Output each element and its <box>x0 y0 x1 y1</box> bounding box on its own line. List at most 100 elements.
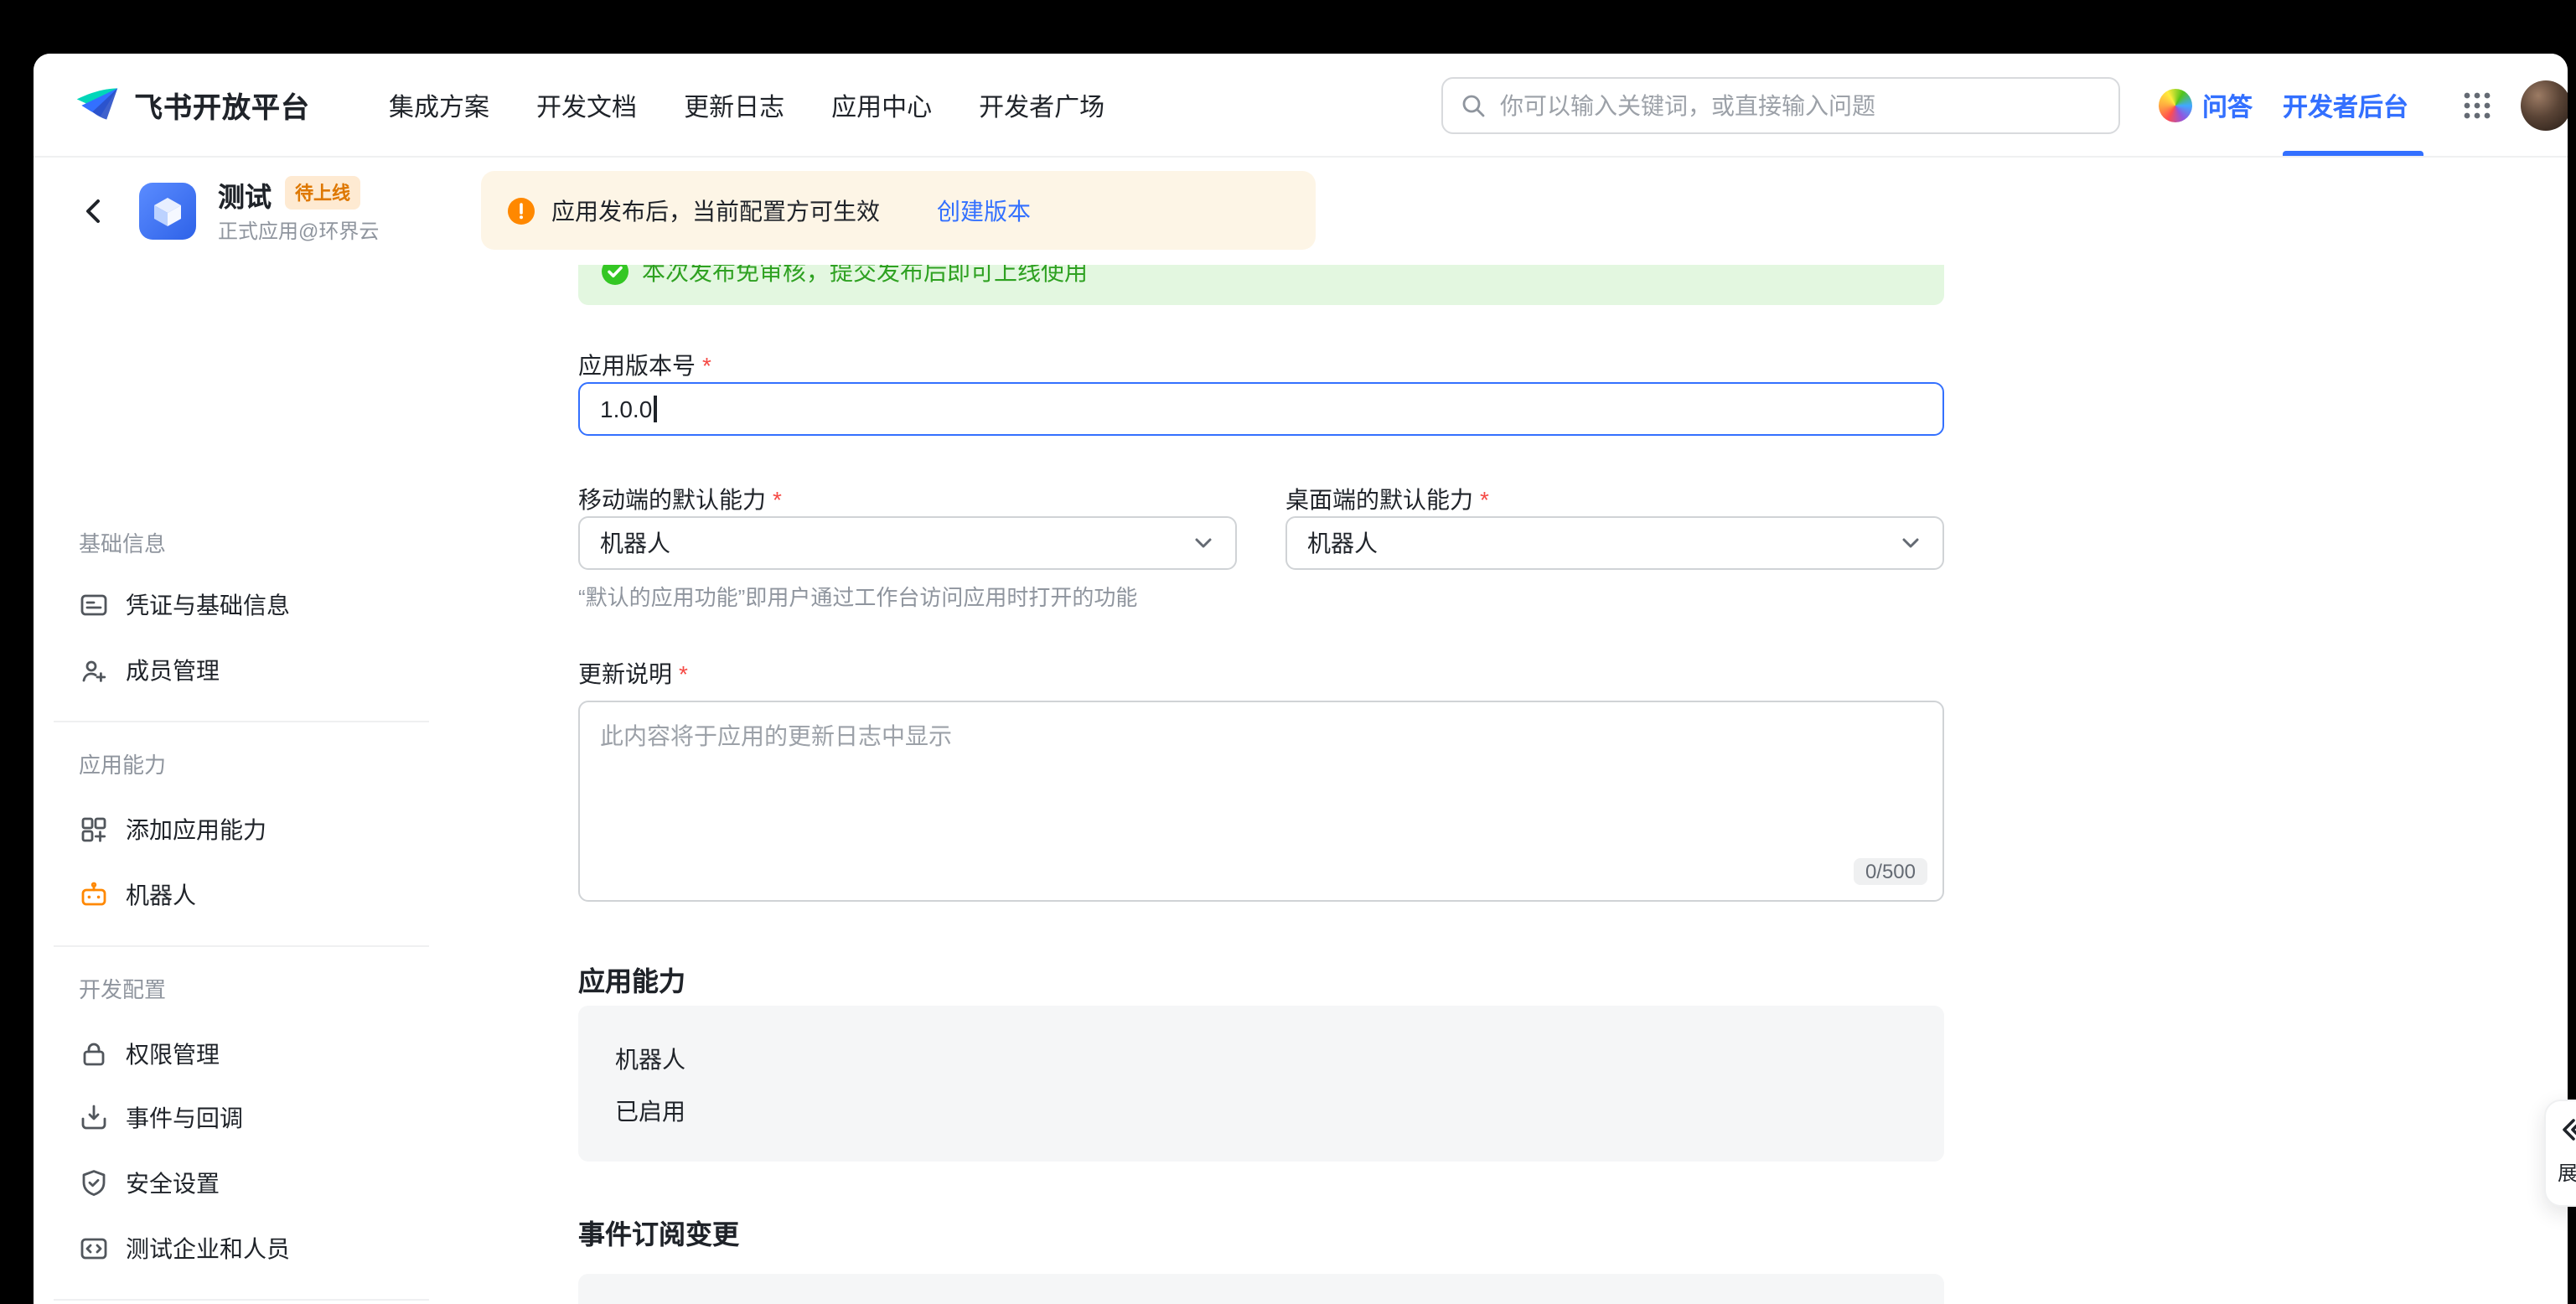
create-version-link[interactable]: 创建版本 <box>937 194 1031 227</box>
event-callback-icon <box>79 1103 109 1133</box>
capability-panel: 机器人 已启用 <box>578 1006 1944 1162</box>
app-name: 测试 <box>218 174 272 215</box>
brand[interactable]: 飞书开放平台 <box>74 80 310 127</box>
sidebar-item-label: 凭证与基础信息 <box>126 588 290 622</box>
desktop-capability-value: 机器人 <box>1307 526 1378 560</box>
section-dev-config: 开发配置 <box>79 972 166 1004</box>
required-mark: * <box>1480 486 1489 513</box>
divider <box>54 1299 429 1301</box>
warning-icon <box>508 197 535 224</box>
sidebar-item-events[interactable]: 事件与回调 <box>54 1086 453 1150</box>
capability-name: 机器人 <box>615 1043 685 1076</box>
sidebar-item-label: 成员管理 <box>126 654 220 687</box>
sidebar-item-test-org[interactable]: 测试企业和人员 <box>54 1217 453 1281</box>
sidebar-item-label: 权限管理 <box>126 1038 220 1071</box>
search-input[interactable] <box>1500 92 2102 119</box>
sidebar-item-members[interactable]: 成员管理 <box>54 639 453 702</box>
developer-console-label: 开发者后台 <box>2283 88 2408 123</box>
app-header-bar: 测试 待上线 正式应用@环界云 应用发布后，当前配置方可生效 创建版本 <box>34 158 2568 265</box>
sidebar-item-label: 机器人 <box>126 878 196 912</box>
permission-icon <box>79 1039 109 1069</box>
mobile-capability-label: 移动端的默认能力* <box>578 483 782 516</box>
section-app-capability: 应用能力 <box>79 748 166 779</box>
version-value: 1.0.0 <box>600 396 652 422</box>
sidebar-item-label: 添加应用能力 <box>126 813 266 846</box>
expand-panel-button[interactable]: 展开 <box>2544 1100 2576 1207</box>
cube-icon <box>147 191 188 231</box>
member-icon <box>79 655 109 686</box>
global-search[interactable] <box>1441 77 2120 134</box>
capability-status: 已启用 <box>615 1094 685 1128</box>
nav-item-changelog[interactable]: 更新日志 <box>684 88 784 123</box>
search-icon <box>1460 92 1487 119</box>
qa-button[interactable]: 问答 <box>2159 54 2253 158</box>
notes-field-wrapper: 0/500 <box>578 701 1944 902</box>
nav-item-app-center[interactable]: 应用中心 <box>831 88 932 123</box>
security-icon <box>79 1168 109 1198</box>
alert-text: 应用发布后，当前配置方可生效 <box>551 194 880 227</box>
nav-item-integration[interactable]: 集成方案 <box>389 88 489 123</box>
text-caret <box>654 396 656 422</box>
top-nav-menu: 集成方案 开发文档 更新日志 应用中心 开发者广场 <box>389 54 1104 158</box>
qa-label: 问答 <box>2202 88 2253 123</box>
required-mark: * <box>679 660 688 687</box>
qa-colorful-icon <box>2159 89 2192 122</box>
test-org-icon <box>79 1234 109 1264</box>
sidebar-item-label: 安全设置 <box>126 1167 220 1200</box>
divider <box>54 945 429 947</box>
developer-console-tab[interactable]: 开发者后台 <box>2283 54 2408 158</box>
sidebar-item-label: 事件与回调 <box>126 1101 243 1135</box>
id-card-icon <box>79 590 109 620</box>
app-icon <box>139 183 196 240</box>
sidebar-item-credentials[interactable]: 凭证与基础信息 <box>54 573 453 637</box>
app-subtitle: 正式应用@环界云 <box>218 216 379 245</box>
sidebar-item-label: 测试企业和人员 <box>126 1232 290 1265</box>
main-content: 本次发布免审核，提交发布后即可上线使用 应用版本号* 1.0.0 移动端的默认能… <box>486 265 2568 1304</box>
sidebar-item-bot[interactable]: 机器人 <box>54 863 453 927</box>
mobile-capability-value: 机器人 <box>600 526 670 560</box>
chevron-left-icon <box>77 194 111 228</box>
feishu-logo-icon <box>74 80 121 127</box>
notes-label: 更新说明* <box>578 657 688 691</box>
status-badge: 待上线 <box>285 176 360 210</box>
publish-alert-banner: 应用发布后，当前配置方可生效 创建版本 <box>481 171 1316 250</box>
browser-page: 飞书开放平台 集成方案 开发文档 更新日志 应用中心 开发者广场 问答 <box>34 54 2568 1304</box>
capability-section-title: 应用能力 <box>578 959 685 999</box>
version-input[interactable]: 1.0.0 <box>578 382 1944 436</box>
nav-item-docs[interactable]: 开发文档 <box>536 88 637 123</box>
sidebar-item-security[interactable]: 安全设置 <box>54 1151 453 1215</box>
required-mark: * <box>773 486 782 513</box>
double-chevron-left-icon <box>2558 1115 2576 1145</box>
screen: 飞书开放平台 集成方案 开发文档 更新日志 应用中心 开发者广场 问答 <box>0 0 2576 1304</box>
success-banner: 本次发布免审核，提交发布后即可上线使用 <box>578 265 1944 305</box>
events-section-title: 事件订阅变更 <box>578 1212 739 1252</box>
desktop-capability-label: 桌面端的默认能力* <box>1285 483 1489 516</box>
sidebar: 基础信息 凭证与基础信息 成员管理 应用能力 <box>34 265 486 1304</box>
divider <box>54 721 429 722</box>
nav-item-dev-plaza[interactable]: 开发者广场 <box>979 88 1104 123</box>
brand-title: 飞书开放平台 <box>134 83 310 125</box>
check-circle-icon <box>602 265 628 285</box>
add-capability-icon <box>79 815 109 845</box>
mobile-capability-select[interactable]: 机器人 <box>578 516 1237 570</box>
required-mark: * <box>702 352 711 379</box>
expand-label: 展开 <box>2558 1158 2576 1187</box>
chevron-down-icon <box>1899 531 1922 555</box>
grid-icon <box>2460 89 2494 122</box>
notes-textarea[interactable] <box>578 701 1944 902</box>
success-banner-text: 本次发布免审核，提交发布后即可上线使用 <box>642 265 1088 288</box>
sidebar-item-permissions[interactable]: 权限管理 <box>54 1022 453 1086</box>
sidebar-item-add-capability[interactable]: 添加应用能力 <box>54 798 453 862</box>
desktop-capability-select[interactable]: 机器人 <box>1285 516 1944 570</box>
robot-icon <box>79 880 109 910</box>
default-capability-hint: “默认的应用功能”即用户通过工作台访问应用时打开的功能 <box>578 580 1137 612</box>
version-label: 应用版本号* <box>578 349 711 382</box>
top-navigation-bar: 飞书开放平台 集成方案 开发文档 更新日志 应用中心 开发者广场 问答 <box>34 54 2568 158</box>
section-basic-info: 基础信息 <box>79 526 166 558</box>
apps-grid-button[interactable] <box>2460 89 2494 122</box>
back-button[interactable] <box>77 194 111 228</box>
events-panel <box>578 1274 1944 1304</box>
char-counter: 0/500 <box>1854 858 1927 885</box>
chevron-down-icon <box>1192 531 1215 555</box>
avatar[interactable] <box>2521 80 2568 131</box>
